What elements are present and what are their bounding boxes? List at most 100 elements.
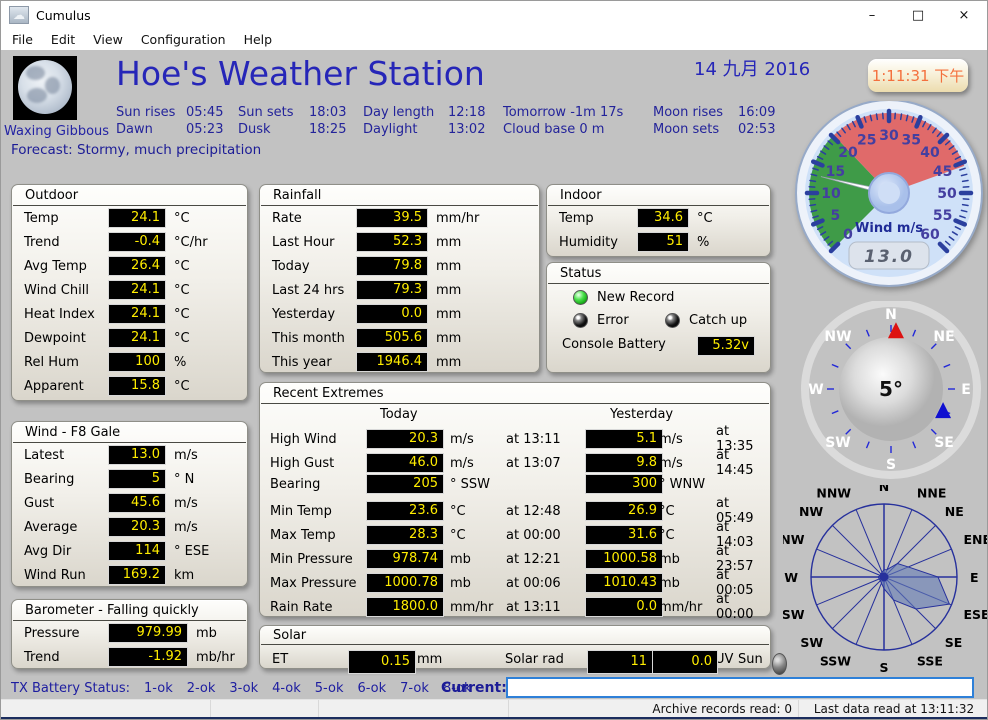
weather-row-avg-temp: Avg Temp26.4°C (12, 254, 247, 278)
extremes-row-max-temp: Max Temp28.3°Cat 00:0031.6°Cat 14:03 (260, 520, 770, 544)
close-button[interactable]: × (941, 1, 987, 29)
today-lcd-value: 1800.0 (366, 597, 444, 617)
lcd-value: 5 (108, 469, 166, 489)
weather-row-average: Average20.3m/s (12, 515, 247, 539)
lcd-value: 169.2 (108, 565, 166, 585)
weather-row-temp: Temp34.6°C (547, 206, 770, 230)
recent-extremes-panel: Recent Extremes Today Yesterday High Win… (259, 382, 771, 617)
svg-text:ENE: ENE (963, 532, 987, 547)
svg-text:30: 30 (879, 128, 899, 144)
tx-channel-7: 7-ok (400, 681, 429, 696)
svg-text:SW: SW (825, 435, 851, 451)
weather-row-rel-hum: Rel Hum100% (12, 350, 247, 374)
svg-text:13.0: 13.0 (864, 247, 914, 267)
dusk-value: 18:25 (309, 122, 346, 137)
yesterday-lcd-value: 1010.43 (585, 573, 663, 593)
svg-text:SE: SE (934, 435, 954, 451)
lcd-value: -0.4 (108, 232, 166, 252)
yesterday-lcd-value: 26.9 (585, 501, 663, 521)
error-label: Error (597, 313, 629, 328)
console-battery-value: 5.32v (697, 336, 755, 356)
lcd-value: 979.99 (108, 623, 188, 643)
tx-battery-label: TX Battery Status: (11, 681, 130, 696)
status-panel-title: Status (548, 263, 769, 284)
svg-text:60: 60 (920, 227, 940, 243)
sun-rises-label: Sun rises (116, 105, 175, 120)
minimize-button[interactable]: – (849, 1, 895, 29)
weather-row-temp: Temp24.1°C (12, 206, 247, 230)
recent-extremes-title: Recent Extremes (261, 383, 769, 404)
wind-panel: Wind - F8 Gale Latest13.0m/sBearing5° NG… (11, 421, 248, 587)
window-controls: – □ × (849, 1, 987, 29)
menu-file[interactable]: File (3, 32, 42, 47)
today-lcd-value: 46.0 (366, 453, 444, 473)
svg-text:50: 50 (937, 186, 957, 202)
dawn-label: Dawn (116, 122, 153, 137)
barometer-panel: Barometer - Falling quickly Pressure979.… (11, 599, 248, 669)
menu-help[interactable]: Help (235, 32, 282, 47)
yesterday-lcd-value: 9.8 (585, 453, 663, 473)
extremes-row-bearing: Bearing205° SSW300° WNW (260, 472, 770, 496)
yesterday-lcd-value: 0.0 (585, 597, 663, 617)
moon-sets-label: Moon sets (653, 122, 719, 137)
moon-sets-value: 02:53 (738, 122, 775, 137)
lcd-value: 39.5 (356, 208, 428, 228)
weather-row-today: Today79.8mm (260, 254, 539, 278)
lcd-value: 20.3 (108, 517, 166, 537)
current-input[interactable] (506, 677, 974, 698)
svg-text:S: S (879, 660, 888, 673)
wind-speed-gauge: 051015202530354045505560Wind m/s13.0 (791, 101, 987, 287)
moon-rises-label: Moon rises (653, 105, 723, 120)
menu-view[interactable]: View (84, 32, 132, 47)
indoor-panel: Indoor Temp34.6°CHumidity51% (546, 184, 771, 257)
indoor-panel-title: Indoor (548, 185, 769, 206)
uv-value: 0.0 (652, 650, 718, 674)
weather-row-last-hour: Last Hour52.3mm (260, 230, 539, 254)
tomorrow-label: Tomorrow -1m 17s (503, 105, 623, 120)
maximize-button[interactable]: □ (895, 1, 941, 29)
weather-row-last-24-hrs: Last 24 hrs79.3mm (260, 278, 539, 302)
lcd-value: 15.8 (108, 376, 166, 396)
lcd-value: 505.6 (356, 328, 428, 348)
today-lcd-value: 23.6 (366, 501, 444, 521)
title-bar: ☁ Cumulus – □ × (1, 1, 987, 29)
menu-configuration[interactable]: Configuration (132, 32, 235, 47)
weather-row-latest: Latest13.0m/s (12, 443, 247, 467)
lcd-value: 24.1 (108, 304, 166, 324)
svg-text:45: 45 (933, 164, 952, 180)
lcd-value: 100 (108, 352, 166, 372)
statusbar-archive: Archive records read: 0 (509, 700, 799, 718)
lcd-value: 45.6 (108, 493, 166, 513)
lcd-value: 0.0 (356, 304, 428, 324)
date-label: 14 九月 2016 (694, 55, 810, 81)
svg-text:Wind m/s: Wind m/s (855, 221, 923, 236)
svg-text:NNE: NNE (917, 486, 946, 501)
weather-row-wind-chill: Wind Chill24.1°C (12, 278, 247, 302)
tx-channel-1: 1-ok (144, 681, 173, 696)
tx-channel-3: 3-ok (229, 681, 258, 696)
extremes-row-high-gust: High Gust46.0m/sat 13:079.8m/sat 14:45 (260, 448, 770, 472)
weather-row-dewpoint: Dewpoint24.1°C (12, 326, 247, 350)
menu-bar: File Edit View Configuration Help (1, 29, 987, 51)
weather-row-trend: Trend-0.4°C/hr (12, 230, 247, 254)
statusbar-cell-1 (1, 700, 211, 718)
daylight-value: 13:02 (448, 122, 485, 137)
svg-text:N: N (879, 485, 889, 494)
moon-phase-label: Waxing Gibbous (4, 124, 109, 139)
forecast-text: Forecast: Stormy, much precipitation (11, 142, 261, 158)
svg-text:S: S (886, 457, 896, 473)
wind-panel-title: Wind - F8 Gale (13, 422, 246, 443)
barometer-panel-title: Barometer - Falling quickly (13, 600, 246, 621)
menu-edit[interactable]: Edit (42, 32, 84, 47)
cumulus-cloud-icon: ☁ (9, 6, 29, 24)
yesterday-lcd-value: 300 (585, 474, 663, 494)
sun-rises-value: 05:45 (186, 105, 223, 120)
outdoor-panel-title: Outdoor (13, 185, 246, 206)
current-label: Current: (441, 680, 507, 696)
svg-text:NW: NW (799, 504, 823, 519)
statusbar-last-read: Last data read at 13:11:32 (799, 700, 988, 718)
clock-button[interactable]: 1:11:31 下午 (868, 59, 968, 92)
new-record-indicator: New Record (573, 290, 674, 305)
yesterday-column-header: Yesterday (610, 407, 673, 422)
today-column-header: Today (380, 407, 418, 422)
